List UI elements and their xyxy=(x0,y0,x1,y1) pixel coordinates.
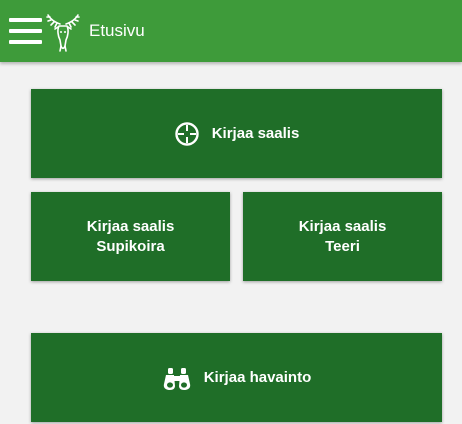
record-catch-button[interactable]: Kirjaa saalis xyxy=(31,89,442,178)
hamburger-menu-icon[interactable] xyxy=(9,17,42,45)
page-title: Etusivu xyxy=(89,21,145,40)
tile-label-line2: Teeri xyxy=(325,237,360,255)
tile-label-line1: Kirjaa saalis xyxy=(298,217,387,235)
moose-logo xyxy=(46,14,80,52)
record-catch-raccoon-dog-button[interactable]: Kirjaa saalis Supikoira xyxy=(31,192,230,281)
app-header: Etusivu xyxy=(0,0,462,62)
tile-label-line2: Supikoira xyxy=(96,237,165,255)
binoculars-icon xyxy=(162,366,192,390)
record-observation-button[interactable]: Kirjaa havainto xyxy=(31,333,442,422)
record-observation-label: Kirjaa havainto xyxy=(203,369,312,386)
record-catch-label: Kirjaa saalis xyxy=(211,125,300,142)
tile-label-line1: Kirjaa saalis xyxy=(86,217,175,235)
crosshair-icon xyxy=(174,121,200,147)
record-catch-black-grouse-button[interactable]: Kirjaa saalis Teeri xyxy=(243,192,442,281)
